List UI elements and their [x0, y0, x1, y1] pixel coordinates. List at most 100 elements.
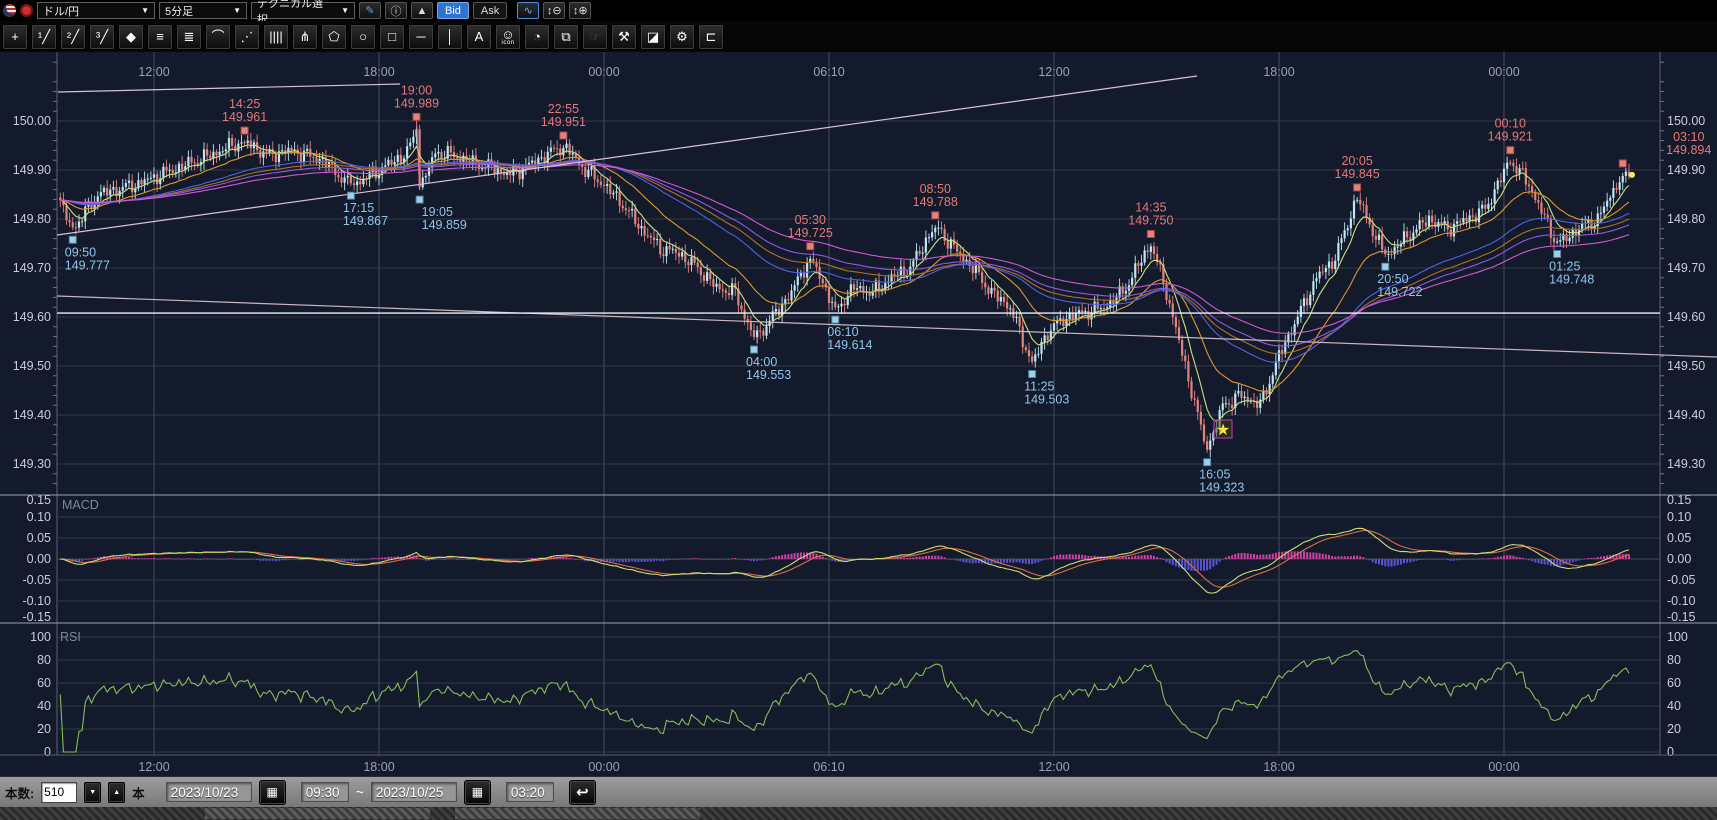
waveform-icon: ∿ [524, 4, 533, 17]
rsi-tick-label: 0 [1667, 745, 1674, 759]
tool-parallel-lines-3-button[interactable]: ≡ [147, 24, 173, 50]
tool-icon-stamp-button[interactable]: ☺icon [495, 24, 521, 50]
time-tick-label: 06:10 [813, 65, 844, 79]
fibonacci-arc-icon: ⌒ [211, 30, 224, 43]
swing-high-time: 00:10 [1495, 117, 1526, 131]
swing-high-time: 08:50 [920, 182, 951, 196]
apply-range-button[interactable]: ↩ [569, 780, 596, 805]
price-tick-label: 149.40 [13, 408, 51, 422]
price-tick-label: 149.30 [13, 457, 51, 471]
time-from-input[interactable] [301, 782, 349, 802]
rsi-tick-label: 0 [44, 745, 51, 759]
count-down-button[interactable]: ▼ [84, 782, 101, 803]
chart-canvas[interactable]: 150.00150.00149.90149.90149.80149.80149.… [0, 52, 1717, 776]
tool-pentagon-button[interactable]: ⬠ [321, 24, 347, 50]
time-tick-label: 00:00 [1488, 65, 1519, 79]
time-tick-label: 12:00 [138, 65, 169, 79]
swing-low-time: 06:10 [827, 325, 858, 339]
swing-low-marker [347, 192, 354, 199]
swing-high-marker [1619, 160, 1626, 167]
tool-vertical-line-button[interactable]: │ [437, 24, 463, 50]
calendar-from-button[interactable]: ▦ [259, 780, 286, 805]
time-tick-label: 18:00 [1263, 760, 1294, 774]
tool-time-cycle-button[interactable]: ◔ [524, 24, 550, 50]
swing-low-time: 01:25 [1549, 259, 1580, 273]
count-up-button[interactable]: ▲ [108, 782, 125, 803]
tool-settings-list-button[interactable]: ⚙ [669, 24, 695, 50]
tool-trendline-2-button[interactable]: ²╱ [60, 24, 86, 50]
tool-crosshair-button[interactable]: + [2, 24, 28, 50]
swing-high-time: 19:00 [401, 83, 432, 97]
vertical-zoom-in-button[interactable]: ↕⊕ [569, 2, 591, 19]
ask-button[interactable]: Ask [473, 2, 507, 19]
macd-tick-label: 0.10 [27, 510, 51, 524]
time-tick-label: 00:00 [588, 65, 619, 79]
swing-high-price: 149.951 [541, 115, 586, 129]
tool-eraser-button[interactable]: ◪ [640, 24, 666, 50]
time-tick-label: 18:00 [363, 760, 394, 774]
grip-segment [455, 808, 700, 819]
price-tick-label: 149.80 [13, 212, 51, 226]
currency-pair-select[interactable]: ドル/円 ▼ [37, 2, 155, 19]
draw-mode-button[interactable]: ✎ [359, 2, 381, 19]
rsi-tick-label: 60 [37, 676, 51, 690]
swing-low-time: 04:00 [746, 355, 777, 369]
swing-high-marker [807, 243, 814, 250]
tool-fibonacci-fan-button[interactable]: ⋰ [234, 24, 260, 50]
swing-low-marker [1204, 459, 1211, 466]
macd-tick-label: -0.05 [23, 573, 52, 587]
tool-fibonacci-arc-button[interactable]: ⌒ [205, 24, 231, 50]
bid-button[interactable]: Bid [437, 2, 469, 19]
time-cycle-icon: ◔ [533, 30, 541, 43]
trading-app-window: ドル/円 ▼ 5分足 ▼ テクニカル選択 ▼ ✎ ⓘ ▲ Bid Ask ∿ [0, 0, 1717, 820]
chart-mode-button[interactable]: ∿ [517, 2, 539, 19]
fibonacci-fan-icon: ⋰ [241, 30, 254, 43]
text-icon: A [475, 30, 484, 43]
price-tick-label: 149.60 [1667, 310, 1705, 324]
tool-horizontal-line-button[interactable]: ─ [408, 24, 434, 50]
timeframe-select[interactable]: 5分足 ▼ [159, 2, 247, 19]
swing-high-price: 149.961 [222, 110, 267, 124]
macd-tick-label: -0.05 [1667, 573, 1696, 587]
ellipse-icon: ○ [359, 30, 367, 43]
tool-ellipse-button[interactable]: ○ [350, 24, 376, 50]
tool-magnet-button[interactable]: ⊏ [698, 24, 724, 50]
tool-parallel-lines-4-button[interactable]: ≣ [176, 24, 202, 50]
tool-ruler-button[interactable]: ◆ [118, 24, 144, 50]
tool-fibonacci-timezones-button[interactable]: |||| [263, 24, 289, 50]
swing-high-time: 14:25 [229, 97, 260, 111]
tool-trendline-3-button[interactable]: ³╱ [89, 24, 115, 50]
time-to-input[interactable] [506, 782, 554, 802]
macd-tick-label: 0.05 [1667, 531, 1691, 545]
calendar-icon: ▦ [472, 785, 483, 799]
timeframe-label: 5分足 [165, 3, 193, 19]
tool-hand-button[interactable]: ☞ [582, 24, 608, 50]
info-icon: ⓘ [391, 3, 402, 19]
date-from-input[interactable] [166, 782, 252, 802]
tool-copy-button[interactable]: ⧉ [553, 24, 579, 50]
tool-text-button[interactable]: A [466, 24, 492, 50]
bar-count-label: 本数: [5, 783, 34, 802]
technical-select[interactable]: テクニカル選択 ▼ [251, 2, 355, 19]
rectangle-icon: □ [388, 30, 396, 43]
calendar-to-button[interactable]: ▦ [464, 780, 491, 805]
rsi-tick-label: 20 [1667, 722, 1681, 736]
swing-high-price: 149.845 [1335, 167, 1380, 181]
swing-low-marker [69, 236, 76, 243]
tool-wrench-button[interactable]: ⚒ [611, 24, 637, 50]
tool-trendline-1-button[interactable]: ¹╱ [31, 24, 57, 50]
tool-pitchfork-button[interactable]: ⋔ [292, 24, 318, 50]
swing-high-marker [932, 212, 939, 219]
eraser-icon: ◪ [647, 30, 659, 43]
date-to-input[interactable] [371, 782, 457, 802]
chart-style-button[interactable]: ▲ [411, 2, 433, 19]
info-button[interactable]: ⓘ [385, 2, 407, 19]
price-tick-label: 149.60 [13, 310, 51, 324]
bar-count-input[interactable] [41, 782, 77, 803]
currency-pair-label: ドル/円 [43, 3, 79, 19]
price-tick-label: 150.00 [13, 114, 51, 128]
trendline-1-icon: ¹╱ [38, 30, 50, 43]
vertical-zoom-out-button[interactable]: ↕⊖ [543, 2, 565, 19]
tool-rectangle-button[interactable]: □ [379, 24, 405, 50]
swing-high-marker [1147, 231, 1154, 238]
